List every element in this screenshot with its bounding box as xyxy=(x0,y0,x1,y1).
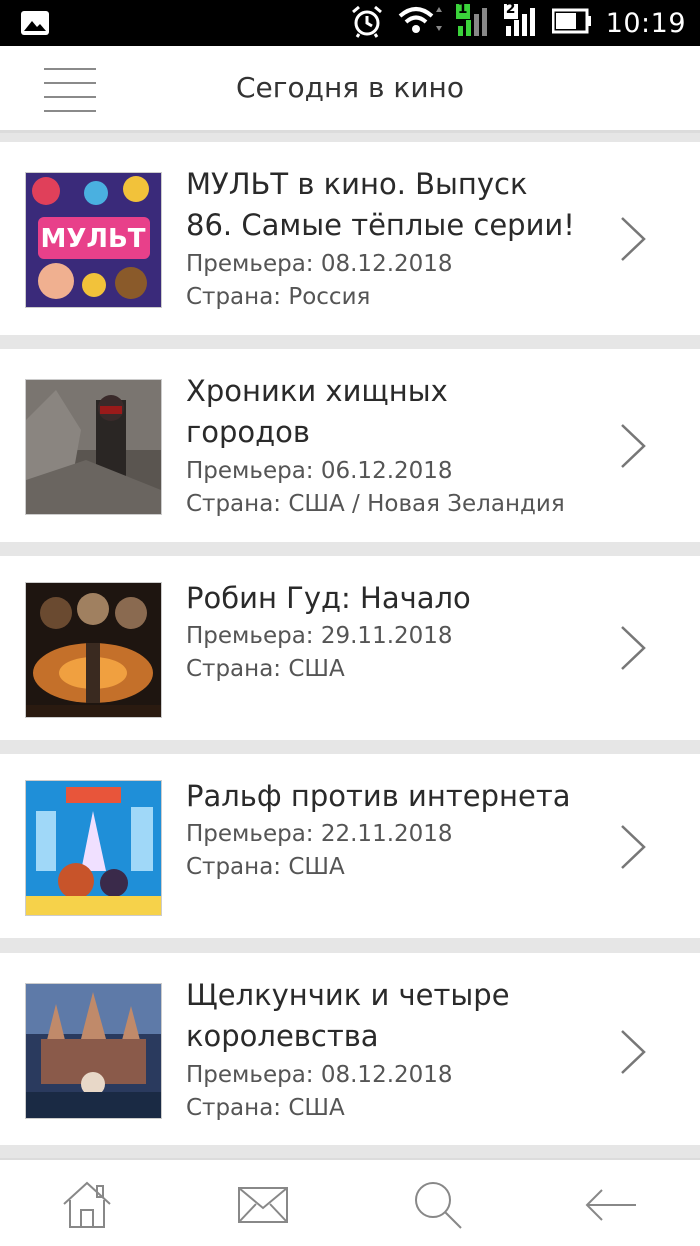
status-time: 10:19 xyxy=(605,7,686,39)
svg-text:МУЛЬТ: МУЛЬТ xyxy=(40,224,145,254)
movie-card[interactable]: Робин Гуд: Начало Премьера: 29.11.2018 С… xyxy=(0,556,700,740)
movie-title-line: Щелкунчик и четыре xyxy=(186,978,510,1012)
movie-card[interactable]: Щелкунчик и четыре королевства Премьера:… xyxy=(0,953,700,1145)
country: Страна: США xyxy=(186,1095,345,1121)
movie-title: Хроники хищных городов xyxy=(186,371,586,453)
chevron-right-icon[interactable] xyxy=(616,625,652,671)
status-bar: 1 2 10:19 xyxy=(0,0,700,46)
poster-image xyxy=(25,582,162,718)
movie-card[interactable]: МУЛЬТ МУЛЬТ в кино. Выпуск 86. Самые тёп… xyxy=(0,142,700,335)
search-icon xyxy=(415,1182,462,1229)
home-button[interactable] xyxy=(60,1178,114,1232)
sim2-label: 2 xyxy=(505,1,516,17)
sim1-label: 1 xyxy=(457,1,468,17)
movie-title-line: Ральф против интернета xyxy=(186,779,571,813)
wifi-icon xyxy=(398,4,442,42)
movie-title-line: королевства xyxy=(186,1019,379,1053)
movie-title-line: МУЛЬТ в кино. Выпуск xyxy=(186,167,528,201)
movie-title-line: городов xyxy=(186,415,311,449)
menu-line xyxy=(44,110,96,112)
movie-title: Щелкунчик и четыре королевства xyxy=(186,975,586,1057)
movie-title: Робин Гуд: Начало xyxy=(186,578,586,619)
sim1-signal-icon: 1 xyxy=(455,1,490,42)
movie-title-line: Робин Гуд: Начало xyxy=(186,581,471,615)
poster-image xyxy=(25,379,162,515)
chevron-right-icon[interactable] xyxy=(616,824,652,870)
movie-card[interactable]: Ральф против интернета Премьера: 22.11.2… xyxy=(0,754,700,938)
movie-title: МУЛЬТ в кино. Выпуск 86. Самые тёплые се… xyxy=(186,164,586,246)
mail-icon xyxy=(238,1187,288,1223)
chevron-right-icon[interactable] xyxy=(616,216,652,262)
movie-card[interactable]: Хроники хищных городов Премьера: 06.12.2… xyxy=(0,349,700,542)
chevron-right-icon[interactable] xyxy=(616,423,652,469)
poster-image xyxy=(25,983,162,1119)
poster-image: МУЛЬТ xyxy=(25,172,162,308)
sim2-signal-icon: 2 xyxy=(503,1,538,42)
movie-title-line: Хроники хищных xyxy=(186,374,448,408)
page-title: Сегодня в кино xyxy=(236,71,464,104)
bottom-navigation xyxy=(0,1158,700,1246)
search-button[interactable] xyxy=(410,1178,464,1232)
back-button[interactable] xyxy=(584,1178,638,1232)
premiere-date: Премьера: 06.12.2018 xyxy=(186,458,453,484)
back-arrow-icon xyxy=(585,1189,636,1221)
poster-image xyxy=(25,780,162,916)
country: Страна: США xyxy=(186,656,345,682)
chevron-right-icon[interactable] xyxy=(616,1029,652,1075)
premiere-date: Премьера: 08.12.2018 xyxy=(186,251,453,277)
gallery-notification-icon xyxy=(20,10,50,40)
app-bar: Сегодня в кино xyxy=(0,46,700,133)
menu-line xyxy=(44,68,96,70)
premiere-date: Премьера: 29.11.2018 xyxy=(186,623,453,649)
mail-button[interactable] xyxy=(236,1178,290,1232)
home-icon xyxy=(63,1181,111,1228)
movie-title: Ральф против интернета xyxy=(186,776,586,817)
menu-line xyxy=(44,82,96,84)
menu-line xyxy=(44,96,96,98)
country: Страна: США / Новая Зеландия xyxy=(186,491,565,517)
premiere-date: Премьера: 22.11.2018 xyxy=(186,821,453,847)
country: Страна: США xyxy=(186,854,345,880)
movie-title-line: 86. Самые тёплые серии! xyxy=(186,208,575,242)
battery-icon xyxy=(551,8,592,38)
alarm-icon xyxy=(350,4,384,42)
country: Страна: Россия xyxy=(186,284,371,310)
premiere-date: Премьера: 08.12.2018 xyxy=(186,1062,453,1088)
hamburger-menu-button[interactable] xyxy=(44,66,96,112)
